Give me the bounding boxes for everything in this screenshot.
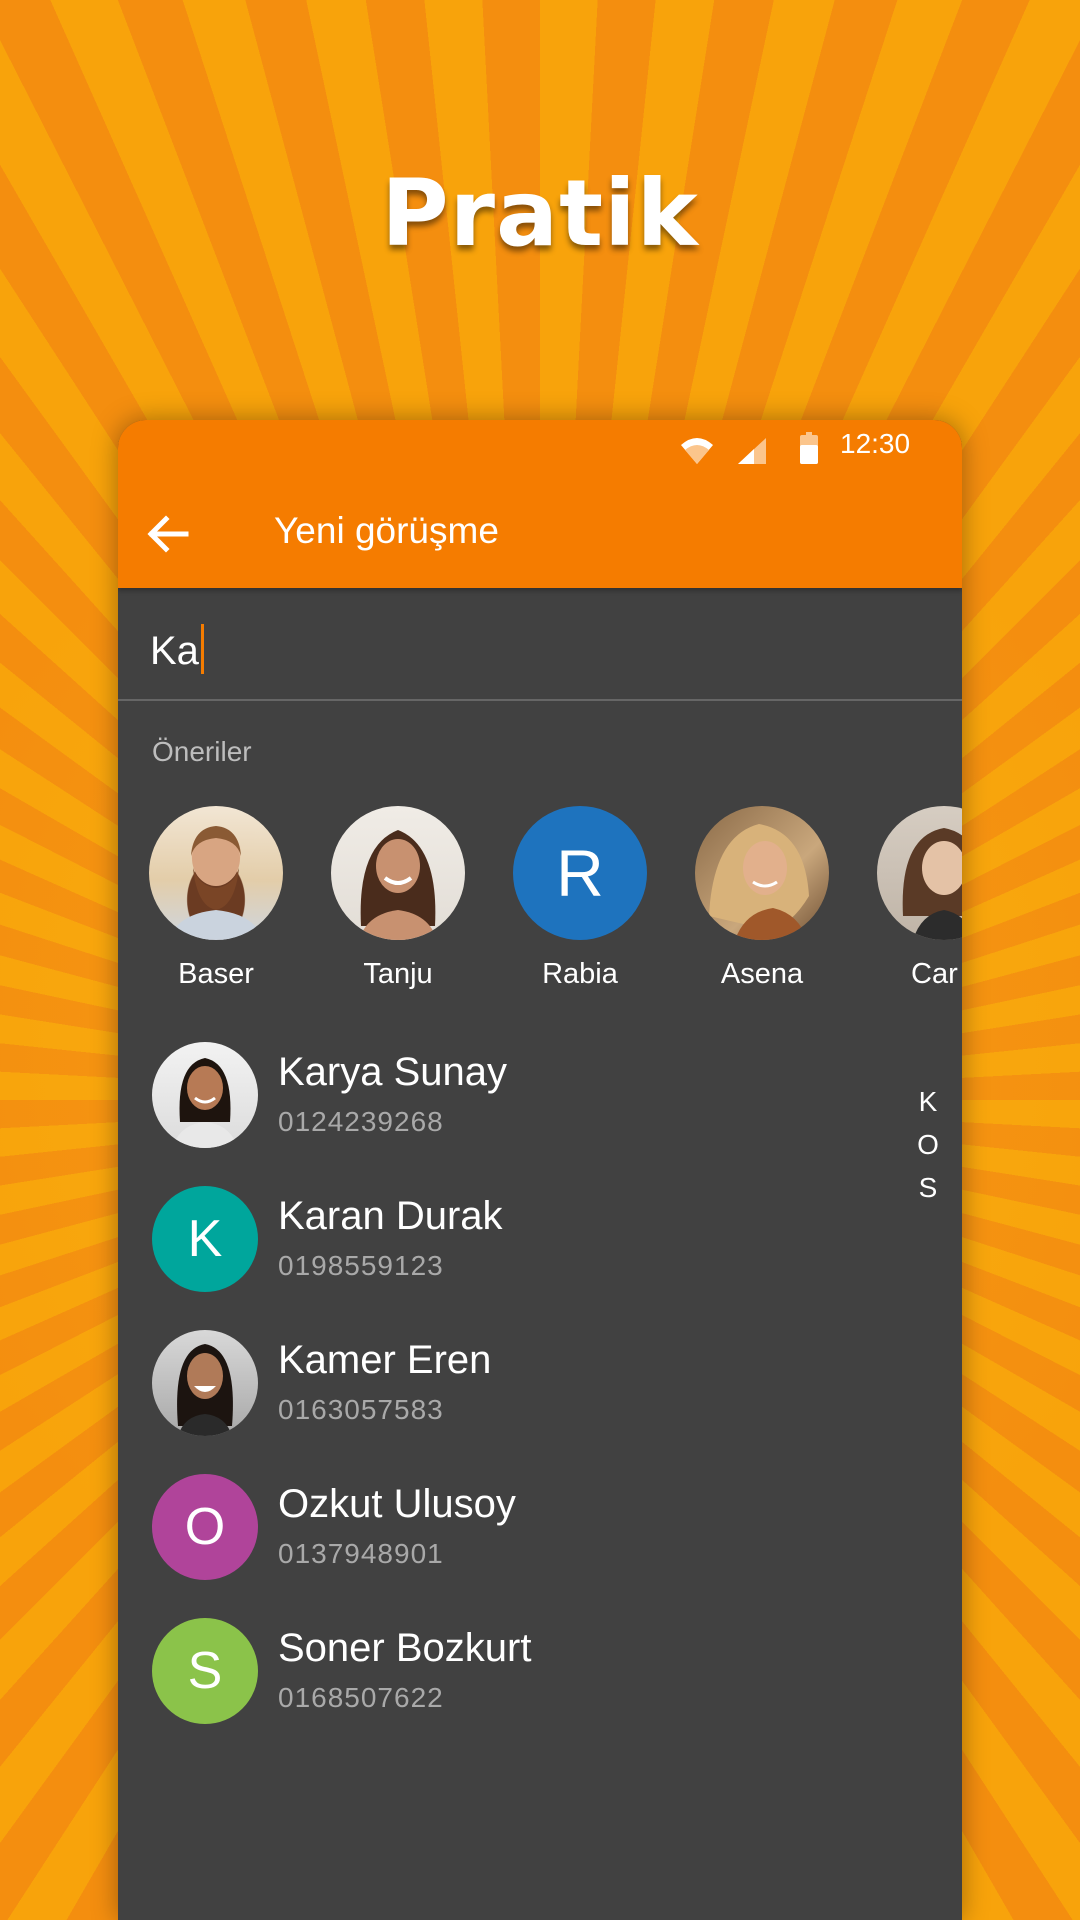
avatar: R bbox=[513, 806, 647, 940]
suggestion-car[interactable]: Car bbox=[854, 806, 962, 1006]
contact-row-kamer-eren[interactable]: Kamer Eren 0163057583 bbox=[152, 1330, 912, 1440]
avatar: S bbox=[152, 1618, 258, 1724]
avatar bbox=[152, 1330, 258, 1436]
suggestion-baser[interactable]: Baser bbox=[126, 806, 306, 1006]
app-bar: 12:30 Yeni görüşme bbox=[118, 420, 962, 588]
suggestions-label: Öneriler bbox=[152, 736, 252, 767]
contact-phone: 0168507622 bbox=[278, 1682, 444, 1713]
toolbar-title: Yeni görüşme bbox=[274, 510, 499, 551]
suggestion-name: Rabia bbox=[542, 958, 618, 990]
contact-row-karya-sunay[interactable]: Karya Sunay 0124239268 bbox=[152, 1042, 912, 1152]
suggestion-tanju[interactable]: Tanju bbox=[308, 806, 488, 1006]
index-letter-s[interactable]: S bbox=[908, 1166, 948, 1209]
avatar bbox=[877, 806, 962, 940]
index-letter-k[interactable]: K bbox=[908, 1080, 948, 1123]
contact-phone: 0198559123 bbox=[278, 1250, 444, 1281]
contact-row-karan-durak[interactable]: K Karan Durak 0198559123 bbox=[152, 1186, 912, 1296]
back-button[interactable] bbox=[140, 506, 196, 562]
contact-name: Kamer Eren bbox=[278, 1338, 492, 1382]
suggestion-name: Asena bbox=[720, 958, 804, 990]
contact-name: Ozkut Ulusoy bbox=[278, 1482, 516, 1526]
contact-phone: 0124239268 bbox=[278, 1106, 444, 1137]
wifi-icon bbox=[681, 438, 713, 464]
contact-phone: 0163057583 bbox=[278, 1394, 444, 1425]
contact-phone: 0137948901 bbox=[278, 1538, 444, 1569]
contact-name: Karan Durak bbox=[278, 1194, 503, 1238]
signal-icon bbox=[738, 438, 766, 464]
suggestion-rabia[interactable]: R Rabia bbox=[490, 806, 670, 1006]
contact-name: Karya Sunay bbox=[278, 1050, 508, 1094]
status-time: 12:30 bbox=[840, 428, 911, 459]
search-field[interactable]: Ka bbox=[118, 588, 962, 701]
contact-row-ozkut-ulusoy[interactable]: O Ozkut Ulusoy 0137948901 bbox=[152, 1474, 912, 1584]
avatar: O bbox=[152, 1474, 258, 1580]
avatar-letter: R bbox=[556, 836, 604, 910]
contact-row-soner-bozkurt[interactable]: S Soner Bozkurt 0168507622 bbox=[152, 1618, 912, 1728]
suggestion-asena[interactable]: Asena bbox=[672, 806, 852, 1006]
avatar-letter: K bbox=[187, 1210, 223, 1268]
alphabet-index[interactable]: K O S bbox=[908, 1080, 948, 1209]
avatar-letter: S bbox=[187, 1642, 223, 1700]
avatar bbox=[152, 1042, 258, 1148]
battery-icon bbox=[800, 432, 818, 464]
phone-screen: 12:30 Yeni görüşme Ka Öneriler Baser Tan… bbox=[118, 420, 962, 1920]
suggestion-name: Car bbox=[911, 958, 958, 990]
text-cursor bbox=[200, 624, 204, 674]
index-letter-o[interactable]: O bbox=[908, 1123, 948, 1166]
search-input-value[interactable]: Ka bbox=[150, 624, 204, 674]
avatar: K bbox=[152, 1186, 258, 1292]
suggestion-name: Tanju bbox=[363, 958, 433, 990]
avatar bbox=[331, 806, 465, 940]
contact-name: Soner Bozkurt bbox=[278, 1626, 532, 1670]
suggestion-name: Baser bbox=[178, 958, 254, 990]
arrow-left-icon bbox=[147, 515, 189, 553]
status-bar: 12:30 bbox=[118, 420, 962, 480]
avatar bbox=[695, 806, 829, 940]
avatar-letter: O bbox=[184, 1498, 226, 1556]
headline: Pratik bbox=[381, 160, 699, 267]
avatar bbox=[149, 806, 283, 940]
